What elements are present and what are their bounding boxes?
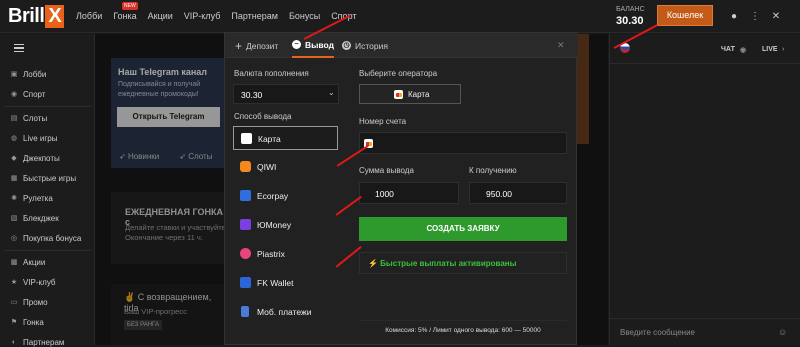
- close-icon[interactable]: ✕: [557, 40, 565, 51]
- nav-partners[interactable]: Партнерам: [231, 11, 278, 21]
- method-card[interactable]: Карта: [233, 126, 338, 150]
- sidebar-item-slots[interactable]: ▤ Слоты: [10, 114, 48, 123]
- receive-amount: 950.00: [469, 182, 567, 204]
- balance-value: 30.30: [616, 15, 644, 27]
- commission-info: Комиссия: 5% / Лимит одного вывода: 600 …: [359, 320, 567, 340]
- nav-lobby[interactable]: Лобби: [76, 11, 102, 21]
- bonus-icon: ◎: [10, 234, 18, 242]
- account-number-input[interactable]: [359, 132, 567, 154]
- sidebar-item-partners[interactable]: ◐ Партнерам: [10, 338, 65, 347]
- amount-label: Сумма вывода: [359, 166, 414, 175]
- main-nav: Лобби Гонка Акции VIP-клуб Партнерам Бон…: [76, 11, 357, 21]
- qiwi-icon: [240, 161, 251, 172]
- ball-icon: ◉: [10, 90, 18, 98]
- receive-label: К получению: [469, 166, 517, 175]
- wallet-tabs: + Депозит − Вывод ◷ История ✕: [225, 33, 578, 58]
- method-fk-wallet[interactable]: FK Wallet: [233, 271, 338, 295]
- sidebar-item-sport[interactable]: ◉ Спорт: [10, 90, 46, 99]
- method-piastrix[interactable]: Piastrix: [233, 242, 338, 266]
- sidebar-item-vip[interactable]: ★ VIP-клуб: [10, 278, 56, 287]
- star-icon: ★: [10, 278, 18, 286]
- hamburger-icon[interactable]: [14, 44, 24, 52]
- piastrix-icon: [240, 248, 251, 259]
- menu-dots-icon[interactable]: ⋮: [747, 9, 763, 25]
- sidebar-item-jackpots[interactable]: ◆ Джекпоты: [10, 154, 59, 163]
- sidebar-item-blackjack[interactable]: ▧ Блекджек: [10, 214, 59, 223]
- sidebar-item-promo[interactable]: ▭ Промо: [10, 298, 48, 307]
- method-ecorpay[interactable]: Ecorpay: [233, 184, 338, 208]
- roulette-icon: ✺: [11, 194, 17, 202]
- sidebar-item-fast-games[interactable]: ▦ Быстрые игры: [10, 174, 76, 183]
- fk-wallet-icon: [240, 277, 251, 288]
- top-bar: Brill X Лобби Гонка Акции VIP-клуб Партне…: [0, 0, 800, 33]
- yumoney-icon: [240, 219, 251, 230]
- emoji-icon[interactable]: ☺: [778, 327, 787, 337]
- ecorpay-icon: [240, 190, 251, 201]
- live-icon: ◍: [10, 134, 18, 142]
- divider: [4, 106, 91, 107]
- method-qiwi[interactable]: QIWI: [233, 155, 338, 179]
- nav-sport[interactable]: Спорт: [331, 11, 356, 21]
- minus-icon: −: [292, 40, 301, 49]
- card-icon: [394, 90, 403, 99]
- sidebar-item-race[interactable]: ⚑ Гонка: [10, 318, 44, 327]
- method-yumoney[interactable]: ЮMoney: [233, 213, 338, 237]
- chat-panel: ЧАТ ◉ LIVE › Введите сообщение ☺: [609, 34, 800, 345]
- nav-promotions[interactable]: Акции: [148, 11, 173, 21]
- currency-select[interactable]: 30.30 ⌄: [233, 84, 339, 104]
- account-label: Номер счета: [359, 117, 407, 126]
- user-icon[interactable]: ●: [726, 9, 742, 25]
- slots-icon: ▤: [10, 114, 18, 122]
- logo[interactable]: Brill X: [8, 5, 65, 28]
- currency-label: Валюта пополнения: [234, 69, 309, 78]
- tab-live[interactable]: LIVE: [762, 46, 778, 53]
- sidebar-item-roulette[interactable]: ✺ Рулетка: [10, 194, 53, 203]
- tab-withdraw[interactable]: − Вывод: [292, 33, 334, 58]
- sidebar-item-live[interactable]: ◍ Live игры: [10, 134, 58, 143]
- gift-icon: ▩: [10, 258, 18, 266]
- chat-bubble-icon[interactable]: ◉: [740, 46, 746, 54]
- wallet-button[interactable]: Кошелек: [657, 5, 713, 26]
- close-icon[interactable]: ✕: [768, 9, 784, 25]
- sidebar-item-bonus-buy[interactable]: ◎ Покупка бонуса: [10, 234, 81, 243]
- create-request-button[interactable]: СОЗДАТЬ ЗАЯВКУ: [359, 217, 567, 241]
- chat-header: ЧАТ ◉ LIVE ›: [610, 34, 800, 64]
- new-badge: NEW: [122, 2, 138, 10]
- card-icon: [241, 133, 252, 144]
- tab-chat[interactable]: ЧАТ: [721, 46, 735, 53]
- wallet-modal: + Депозит − Вывод ◷ История ✕ Валюта пополн…: [224, 32, 578, 345]
- chevron-right-icon[interactable]: ›: [782, 46, 784, 53]
- chat-input[interactable]: Введите сообщение ☺: [610, 318, 800, 345]
- clock-icon: ◷: [342, 41, 351, 50]
- partners-icon: ◐: [11, 338, 17, 346]
- plus-icon: +: [235, 38, 243, 53]
- ticket-icon: ▭: [10, 298, 18, 306]
- amount-input[interactable]: 1000: [359, 182, 459, 204]
- method-label: Способ вывода: [234, 112, 292, 121]
- tab-history[interactable]: ◷ История: [342, 33, 388, 58]
- method-mobile[interactable]: Моб. платежи: [233, 300, 338, 324]
- jackpot-icon: ◆: [11, 154, 17, 162]
- operator-select[interactable]: Карта: [359, 84, 461, 104]
- chevron-down-icon: ⌄: [328, 88, 335, 97]
- tab-deposit[interactable]: + Депозит: [235, 33, 278, 58]
- divider: [4, 250, 91, 251]
- phone-icon: [241, 306, 249, 317]
- nav-race[interactable]: Гонка: [113, 11, 136, 21]
- nav-vip[interactable]: VIP-клуб: [184, 11, 221, 21]
- sidebar-item-promotions[interactable]: ▩ Акции: [10, 258, 46, 267]
- flag-icon: ⚑: [10, 318, 18, 326]
- sidebar: ▣ Лобби ◉ Спорт ▤ Слоты ◍ Live игры ◆ Джекпот…: [0, 34, 95, 347]
- lightning-icon: ▦: [10, 174, 18, 182]
- operator-label: Выберите оператора: [359, 69, 438, 78]
- sidebar-item-lobby[interactable]: ▣ Лобби: [10, 70, 47, 79]
- fast-payouts-notice: ⚡ Быстрые выплаты активированы: [359, 252, 567, 274]
- balance-label: БАЛАНС: [616, 6, 645, 13]
- cards-icon: ▧: [10, 214, 18, 222]
- home-icon: ▣: [10, 70, 18, 78]
- nav-bonuses[interactable]: Бонусы: [289, 11, 320, 21]
